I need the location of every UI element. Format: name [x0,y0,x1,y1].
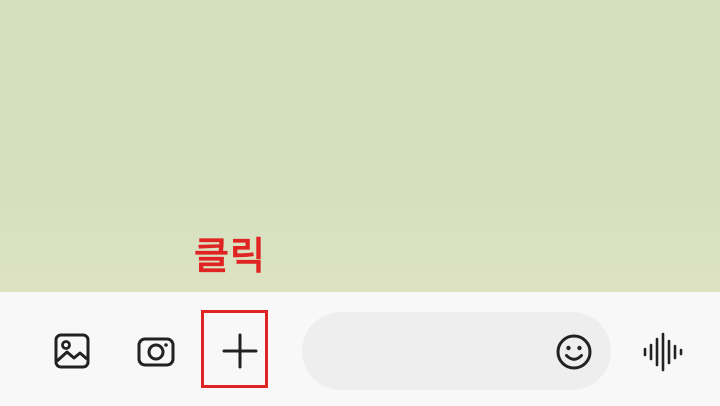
click-annotation-label: 클릭 [194,234,266,278]
voice-button[interactable] [638,328,686,376]
voice-wave-icon [643,332,683,372]
click-highlight-box [201,310,268,388]
gallery-button[interactable] [48,327,96,375]
camera-icon [137,337,175,367]
image-icon [54,333,90,369]
emoji-button[interactable] [550,328,598,376]
smiley-icon [556,334,592,370]
camera-button[interactable] [132,327,180,375]
chat-background [0,0,720,292]
